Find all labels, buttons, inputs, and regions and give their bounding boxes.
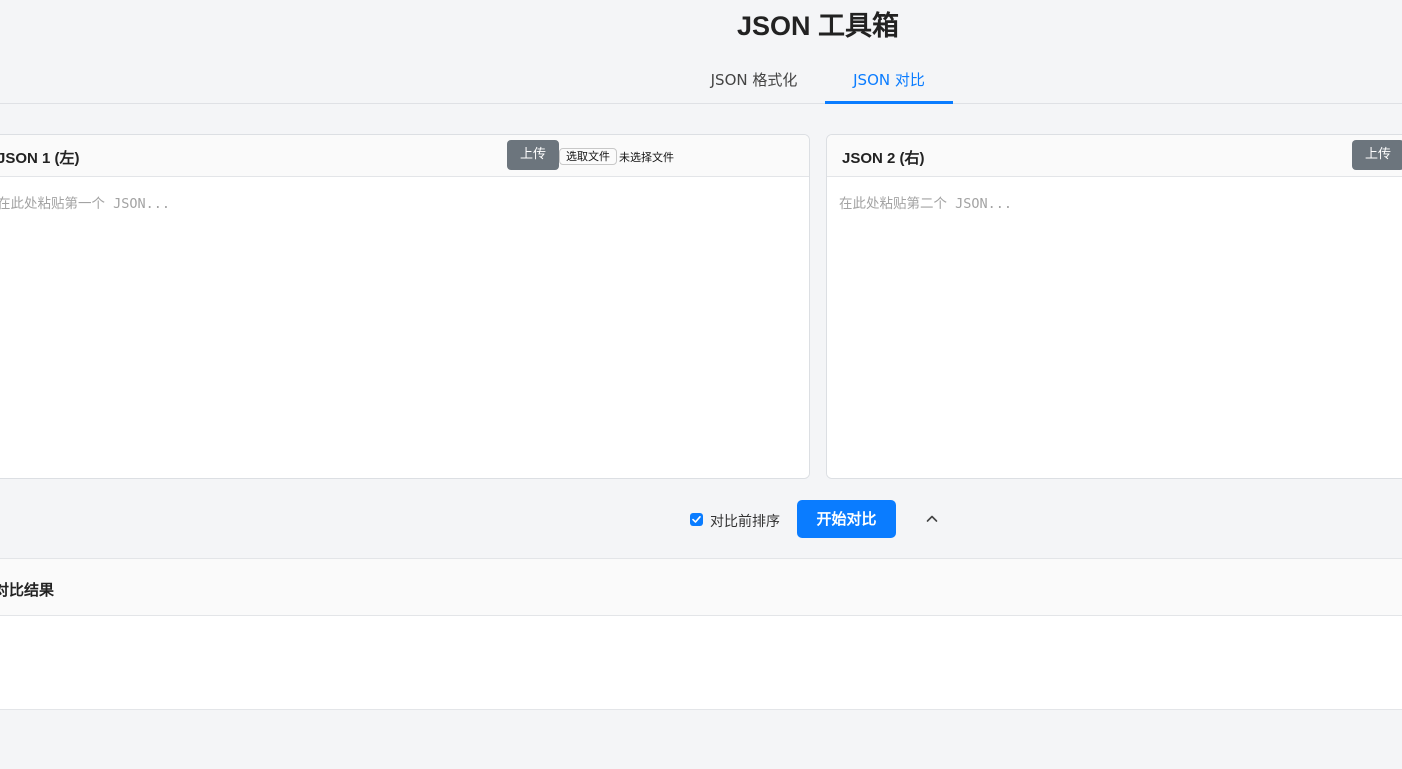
chevron-up-icon[interactable]	[922, 510, 942, 528]
start-compare-button[interactable]: 开始对比	[797, 500, 896, 538]
left-panel-title: JSON 1 (左)	[0, 150, 80, 167]
compare-result-panel: 对比结果	[0, 558, 1402, 710]
left-json-panel: JSON 1 (左) 上传 选取文件 未选择文件	[0, 134, 810, 479]
result-title: 对比结果	[0, 581, 55, 599]
right-upload-button[interactable]: 上传	[1352, 140, 1402, 170]
tab-json-compare[interactable]: JSON 对比	[825, 60, 953, 104]
left-upload-button[interactable]: 上传	[507, 140, 559, 170]
tab-json-format[interactable]: JSON 格式化	[695, 60, 813, 104]
left-file-choose-button[interactable]: 选取文件	[559, 148, 617, 165]
right-json-input[interactable]	[827, 178, 1402, 478]
checkmark-icon	[692, 516, 701, 523]
tab-bar: JSON 格式化 JSON 对比	[0, 60, 1402, 104]
left-file-status: 未选择文件	[619, 151, 674, 164]
right-panel-header: JSON 2 (右) 上传	[827, 135, 1402, 177]
sort-before-compare-checkbox[interactable]	[690, 513, 703, 526]
page-title: JSON 工具箱	[736, 11, 900, 41]
left-json-input[interactable]	[0, 178, 809, 478]
compare-action-bar: 对比前排序 开始对比	[0, 498, 1402, 540]
left-panel-header: JSON 1 (左) 上传 选取文件 未选择文件	[0, 135, 809, 177]
result-header: 对比结果	[0, 559, 1402, 616]
sort-before-compare-label[interactable]: 对比前排序	[710, 511, 780, 531]
right-json-panel: JSON 2 (右) 上传	[826, 134, 1402, 479]
right-panel-title: JSON 2 (右)	[842, 150, 925, 167]
